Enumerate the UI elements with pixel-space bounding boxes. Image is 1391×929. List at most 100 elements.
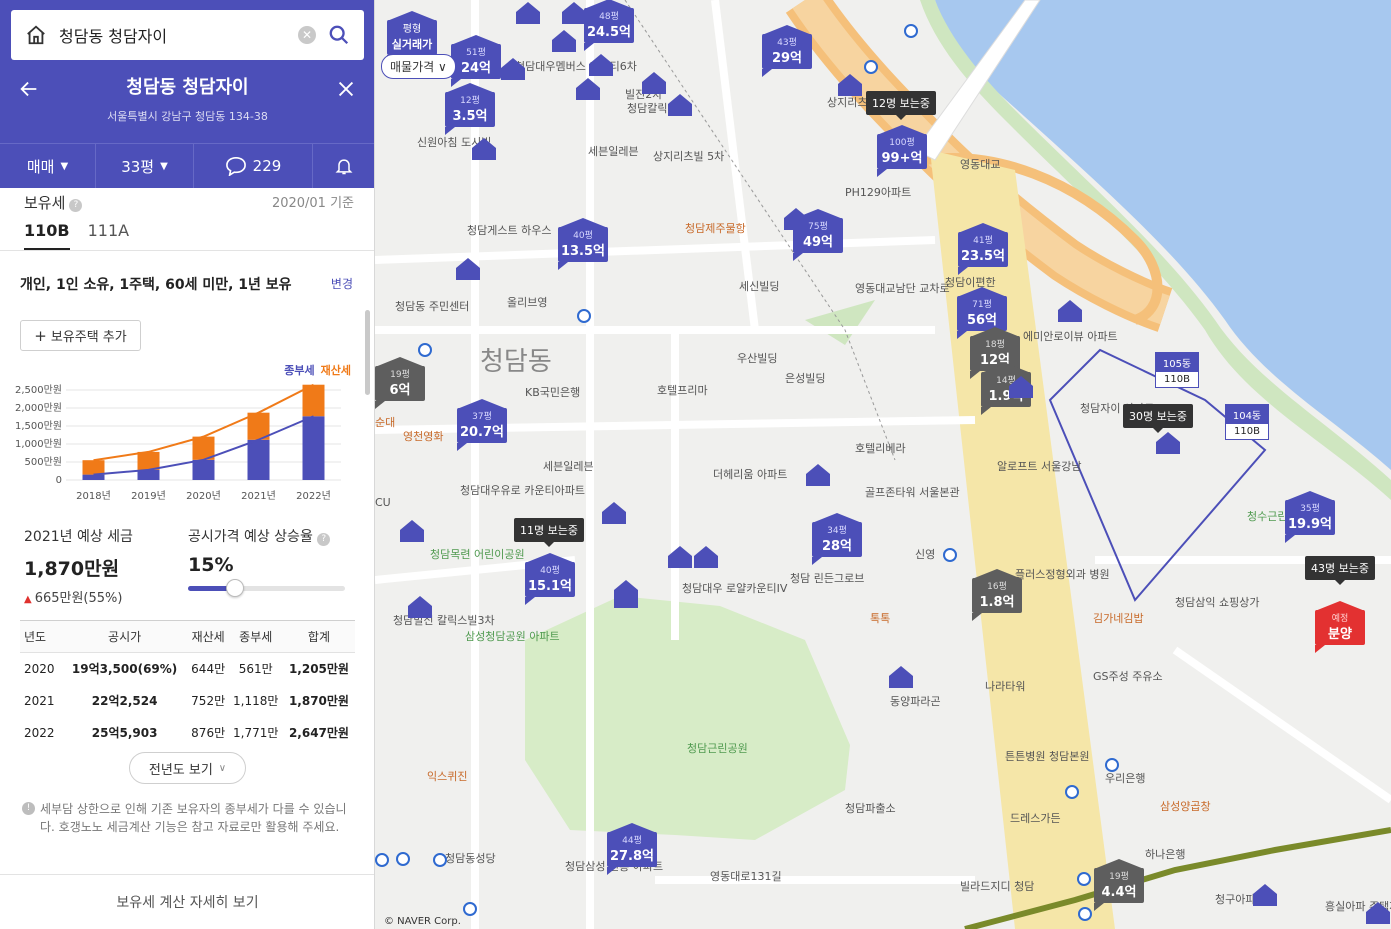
bus-stop-icon[interactable]	[1105, 758, 1119, 772]
close-icon[interactable]	[335, 78, 357, 100]
price-marker[interactable]: 예정 분양	[1315, 601, 1365, 653]
price-marker[interactable]: 12평 3.5억	[445, 83, 495, 135]
map-place-label[interactable]: 호텔프리마	[657, 384, 708, 397]
bus-stop-icon[interactable]	[577, 309, 591, 323]
map-place-label[interactable]: 튼튼병원 청담본원	[1005, 750, 1089, 763]
price-marker[interactable]: 35평 19.9억	[1285, 491, 1335, 543]
map-place-label[interactable]: 하나은행	[1145, 848, 1185, 861]
map-place-label[interactable]: 삼성청담공원 아파트	[465, 630, 560, 643]
map-place-label[interactable]: 나라타워	[985, 680, 1025, 693]
map-place-label[interactable]: 청담목련 어린이공원	[430, 548, 525, 561]
rate-slider-handle[interactable]	[226, 579, 245, 597]
map-place-label[interactable]: GS주성 주유소	[1093, 670, 1163, 683]
price-marker[interactable]: 19평 4.4억	[1094, 859, 1144, 911]
price-marker[interactable]: 16평 1.8억	[972, 569, 1022, 621]
home-icon[interactable]	[25, 24, 47, 46]
building-label[interactable]: 104동 110B	[1225, 404, 1269, 440]
map-place-label[interactable]: CU	[375, 496, 391, 509]
map-place-label[interactable]: 순대	[375, 416, 395, 429]
map-place-label[interactable]: 청담근린공원	[687, 742, 748, 755]
map-place-label[interactable]: 세븐일레븐	[543, 460, 594, 473]
bus-stop-icon[interactable]	[864, 60, 878, 74]
map-place-label[interactable]: 삼성양곱창	[1160, 800, 1211, 813]
map-place-label[interactable]: 영천영화	[403, 430, 443, 443]
house-marker-icon[interactable]	[588, 52, 614, 78]
house-marker-icon[interactable]	[1057, 298, 1083, 324]
rate-slider[interactable]	[188, 579, 345, 597]
house-marker-icon[interactable]	[888, 664, 914, 690]
map-place-label[interactable]: PH129아파트	[845, 186, 911, 199]
map-place-label[interactable]: 에미안로이뷰 아파트	[1023, 330, 1118, 343]
house-marker-icon[interactable]	[613, 584, 639, 610]
map-place-label[interactable]: 청담게스트 하우스	[467, 224, 551, 237]
map-place-label[interactable]: 청담제주물항	[685, 222, 746, 235]
bus-stop-icon[interactable]	[1078, 907, 1092, 921]
price-marker[interactable]: 44평 27.8억	[607, 823, 657, 875]
bus-stop-icon[interactable]	[418, 343, 432, 357]
map-place-label[interactable]: 청담 린든그로브	[790, 572, 864, 585]
house-marker-icon[interactable]	[500, 56, 526, 82]
price-marker[interactable]: 71평 56억	[957, 287, 1007, 339]
bus-stop-icon[interactable]	[904, 24, 918, 38]
house-marker-icon[interactable]	[783, 206, 809, 232]
house-marker-icon[interactable]	[1365, 900, 1391, 926]
price-marker[interactable]: 19평 6억	[375, 357, 425, 409]
house-marker-icon[interactable]	[561, 0, 587, 26]
tax-detail-link[interactable]: 보유세 계산 자세히 보기	[0, 892, 374, 912]
map-place-label[interactable]: 영동대교	[960, 158, 1000, 171]
price-marker[interactable]: 48평 24.5억	[584, 0, 634, 51]
map-place-label[interactable]: 영동대로131길	[710, 870, 782, 883]
price-marker[interactable]: 40평 15.1억	[525, 553, 575, 605]
clear-search-button[interactable]: ✕	[298, 26, 316, 44]
map[interactable]: 청담동 주민센터 올리브영 세븐일레븐 상지리츠빌 5차 PH129아파트 영동대교남단 …	[375, 0, 1391, 929]
map-place-label[interactable]: 김가네김밥	[1093, 612, 1144, 625]
map-place-label[interactable]: 청담동 주민센터	[395, 300, 469, 313]
house-marker-icon[interactable]	[1252, 882, 1278, 908]
building-label[interactable]: 105동 110B	[1155, 352, 1199, 388]
scrollbar[interactable]	[365, 310, 370, 395]
price-marker[interactable]: 34평 28억	[812, 513, 862, 565]
notification-button[interactable]	[313, 144, 374, 188]
comments-button[interactable]: 229	[194, 144, 313, 188]
map-place-label[interactable]: 청담파출소	[845, 802, 896, 815]
bus-stop-icon[interactable]	[1077, 872, 1091, 886]
search-icon[interactable]	[328, 24, 350, 46]
house-marker-icon[interactable]	[641, 70, 667, 96]
type-tab-110b[interactable]: 110B	[24, 221, 70, 250]
map-place-label[interactable]: 청담삼익 쇼핑상가	[1175, 596, 1259, 609]
house-marker-icon[interactable]	[515, 0, 541, 26]
bus-stop-icon[interactable]	[943, 548, 957, 562]
change-condition-link[interactable]: 변경	[331, 275, 353, 292]
house-marker-icon[interactable]	[667, 544, 693, 570]
bus-stop-icon[interactable]	[463, 902, 477, 916]
more-years-button[interactable]: 전년도 보기 ∨	[129, 752, 246, 784]
map-place-label[interactable]: 청담동성당	[445, 852, 496, 865]
map-place-label[interactable]: 세븐일레븐	[588, 145, 639, 158]
map-place-label[interactable]: 톡톡	[870, 612, 890, 625]
type-tab-111a[interactable]: 111A	[88, 221, 129, 250]
price-marker[interactable]: 41평 23.5억	[958, 223, 1008, 275]
map-place-label[interactable]: 동양파라곤	[890, 695, 941, 708]
map-place-label[interactable]: 골프존타워 서울본관	[865, 486, 960, 499]
map-place-label[interactable]: 더헤리움 아파트	[713, 468, 787, 481]
map-place-label[interactable]: 드레스가든	[1010, 812, 1061, 825]
house-marker-icon[interactable]	[1008, 374, 1034, 400]
back-arrow-icon[interactable]	[18, 78, 40, 100]
map-place-label[interactable]: 세신빌딩	[739, 280, 779, 293]
house-marker-icon[interactable]	[1155, 430, 1181, 456]
price-marker[interactable]: 51평 24억	[451, 35, 501, 87]
price-marker[interactable]: 40평 13.5억	[558, 218, 608, 270]
map-place-label[interactable]: 상지리츠빌 5차	[653, 150, 724, 163]
map-place-label[interactable]: 우리은행	[1105, 772, 1145, 785]
bus-stop-icon[interactable]	[1065, 785, 1079, 799]
price-marker[interactable]: 43평 29억	[762, 25, 812, 77]
map-place-label[interactable]: 익스퀴진	[427, 770, 467, 783]
map-place-label[interactable]: 플러스정형외과 병원	[1015, 568, 1110, 581]
map-place-label[interactable]: 은성빌딩	[785, 372, 825, 385]
map-place-label[interactable]: 빌라드지디 청담	[960, 880, 1034, 893]
map-place-label[interactable]: KB국민은행	[525, 386, 580, 399]
map-place-label[interactable]: 신영	[915, 548, 935, 561]
map-place-label[interactable]: 영동대교남단 교차로	[855, 282, 950, 295]
house-marker-icon[interactable]	[575, 76, 601, 102]
map-place-label[interactable]: 올리브영	[507, 296, 547, 309]
